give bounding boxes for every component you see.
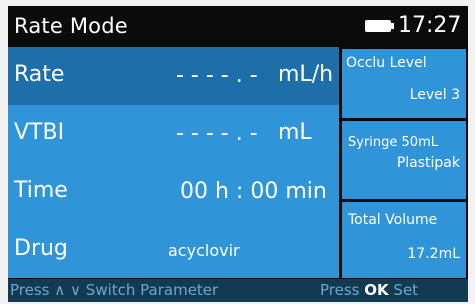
param-unit: mL: [278, 120, 312, 145]
panel-title: Syringe 50mL: [348, 135, 438, 150]
panel-value: Level 3: [409, 87, 460, 103]
param-value: 00 h : 00 min: [180, 179, 327, 204]
param-row-vtbi[interactable]: VTBI - - - - . - mL: [8, 105, 339, 163]
hint-switch-text: Switch Parameter: [85, 281, 219, 299]
param-label: Drug: [14, 236, 68, 261]
parameter-list: Rate - - - - . - mL/h VTBI - - - - . - m…: [8, 47, 339, 278]
clock: 17:27: [398, 13, 462, 38]
hint-bar: Press ∧ ∨ Switch Parameter Press OK Set: [8, 279, 468, 302]
pump-screen: Rate Mode 17:27 Rate - - - - . - mL/h VT…: [8, 6, 468, 302]
battery-icon: [365, 20, 394, 32]
param-label: Rate: [14, 62, 65, 87]
switch-hint: Press ∧ ∨ Switch Parameter: [10, 281, 218, 299]
total-volume-panel: Total Volume 17.2mL: [342, 202, 466, 278]
chevron-down-icon: ∨: [70, 281, 82, 299]
param-row-rate[interactable]: Rate - - - - . - mL/h: [8, 47, 339, 105]
set-hint: Press OK Set: [320, 281, 418, 299]
panel-value: Plastipak: [396, 155, 460, 171]
param-value: - - - - . -: [176, 121, 258, 146]
chevron-up-icon: ∧: [54, 281, 66, 299]
panel-value: 17.2mL: [407, 246, 460, 262]
param-value: - - - - . -: [176, 63, 258, 88]
param-unit: mL/h: [278, 62, 334, 87]
info-panels: Occlu Level Level 3 Syringe 50mL Plastip…: [340, 47, 468, 278]
param-label: Time: [14, 178, 68, 203]
hint-press: Press: [10, 281, 50, 299]
param-label: VTBI: [14, 120, 65, 145]
hint-press: Press: [320, 281, 360, 299]
occlusion-level-panel: Occlu Level Level 3: [342, 49, 466, 118]
panel-title: Total Volume: [348, 212, 438, 228]
panel-title: Occlu Level: [346, 55, 427, 71]
syringe-panel: Syringe 50mL Plastipak: [342, 121, 466, 199]
param-row-time[interactable]: Time 00 h : 00 min: [8, 163, 339, 221]
param-value: acyclovir: [168, 241, 240, 260]
title-bar: Rate Mode 17:27: [8, 6, 468, 46]
param-row-drug[interactable]: Drug acyclovir: [8, 221, 339, 279]
mode-title: Rate Mode: [14, 14, 128, 38]
hint-set-text: Set: [393, 281, 419, 299]
ok-key-label: OK: [364, 281, 389, 299]
